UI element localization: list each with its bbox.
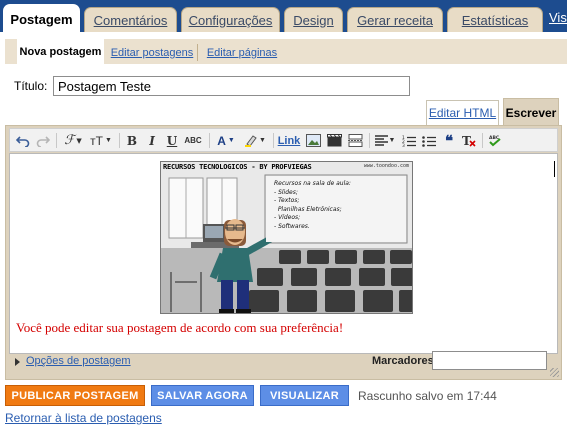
spellcheck-icon[interactable]: ABC — [487, 132, 503, 149]
insert-image-icon[interactable] — [304, 132, 322, 149]
toolbar-divider — [209, 133, 210, 148]
top-nav-bar: Postagem Comentários Configurações Desig… — [0, 0, 567, 33]
save-now-button[interactable]: SALVAR AGORA — [151, 385, 254, 406]
image-watermark-url: www.toondoo.com — [363, 163, 409, 169]
post-title-input[interactable] — [53, 76, 410, 96]
jump-break-icon[interactable] — [346, 132, 364, 149]
svg-text:T: T — [462, 134, 471, 147]
italic-button[interactable]: I — [144, 132, 160, 149]
image-caption: RECURSOS TECNOLOGICOS - BY PROFVIEGAS — [163, 163, 312, 171]
highlight-color-dropdown[interactable]: ▼ — [242, 132, 268, 149]
toolbar-divider — [56, 133, 57, 148]
tab-visualizar-partial[interactable]: Visu — [549, 10, 567, 25]
compose-tab[interactable]: Escrever — [503, 98, 559, 127]
post-body-editor[interactable]: RECURSOS TECNOLOGICOS - BY PROFVIEGAS ww… — [9, 153, 558, 354]
tab-comentarios[interactable]: Comentários — [84, 7, 177, 32]
subtab-divider — [197, 44, 198, 61]
title-label: Título: — [14, 79, 48, 93]
post-options-link[interactable]: Opções de postagem — [26, 355, 131, 367]
labels-input[interactable] — [432, 351, 547, 370]
subtab-editar-postagens[interactable]: Editar postagens — [109, 41, 195, 64]
toolbar-divider — [273, 133, 274, 148]
publish-post-button[interactable]: PUBLICAR POSTAGEM — [5, 385, 145, 406]
link-button[interactable]: Link — [277, 132, 301, 149]
align-dropdown[interactable]: ▼ — [373, 132, 397, 149]
underline-button[interactable]: U — [164, 132, 180, 149]
draft-saved-status: Rascunho salvo em 17:44 — [358, 389, 497, 403]
svg-text:3: 3 — [402, 143, 405, 147]
whiteboard-text: Recursos na sala de aula: - Slides; - Te… — [274, 180, 351, 230]
toolbar-divider — [119, 133, 120, 148]
subtab-editar-paginas[interactable]: Editar páginas — [202, 41, 282, 64]
highlighter-icon — [245, 135, 257, 147]
blockquote-icon[interactable]: ❝ — [441, 132, 457, 150]
align-left-icon — [374, 135, 388, 146]
remove-formatting-icon[interactable]: T — [461, 132, 477, 149]
labels-label: Marcadores: — [372, 355, 438, 367]
whiteboard: Recursos na sala de aula: - Slides; - Te… — [266, 176, 406, 242]
tab-gerar-receita[interactable]: Gerar receita — [347, 7, 443, 32]
text-cursor — [554, 161, 555, 177]
editor-toolbar: ℱ ▼ тT ▼ B I U ABC A ▼ ▼ Link ▼ 123 ❝ T … — [9, 128, 558, 152]
subtab-nova-postagem[interactable]: Nova postagem — [17, 39, 104, 64]
post-editor: ℱ ▼ тT ▼ B I U ABC A ▼ ▼ Link ▼ 123 ❝ T … — [5, 125, 562, 380]
text-color-dropdown[interactable]: A ▼ — [214, 132, 238, 149]
strikethrough-button[interactable]: ABC — [183, 132, 203, 149]
edit-html-tab[interactable]: Editar HTML — [426, 100, 499, 125]
font-family-dropdown[interactable]: ℱ ▼ — [61, 132, 85, 149]
font-size-dropdown[interactable]: тT ▼ — [88, 132, 114, 149]
resize-handle-icon[interactable] — [550, 368, 559, 377]
bold-button[interactable]: B — [124, 132, 140, 149]
toolbar-divider — [482, 133, 483, 148]
tab-postagem[interactable]: Postagem — [3, 4, 80, 33]
toolbar-divider — [369, 133, 370, 148]
tab-configuracoes[interactable]: Configurações — [181, 7, 280, 32]
tab-design[interactable]: Design — [284, 7, 343, 32]
preview-button[interactable]: VISUALIZAR — [260, 385, 349, 406]
post-image[interactable]: RECURSOS TECNOLOGICOS - BY PROFVIEGAS ww… — [160, 161, 413, 314]
post-body-text: Você pode editar sua postagem de acordo … — [16, 320, 344, 335]
insert-video-icon[interactable] — [325, 132, 343, 149]
back-to-posts-link[interactable]: Retornar à lista de postagens — [5, 411, 162, 425]
undo-icon[interactable] — [15, 132, 31, 149]
redo-icon[interactable] — [35, 132, 51, 149]
sub-nav-bar: Nova postagem Editar postagens Editar pá… — [0, 32, 567, 64]
bullet-list-icon[interactable] — [421, 132, 437, 149]
tab-estatisticas[interactable]: Estatísticas — [447, 7, 543, 32]
expand-arrow-icon[interactable] — [15, 358, 20, 366]
numbered-list-icon[interactable]: 123 — [401, 132, 417, 149]
